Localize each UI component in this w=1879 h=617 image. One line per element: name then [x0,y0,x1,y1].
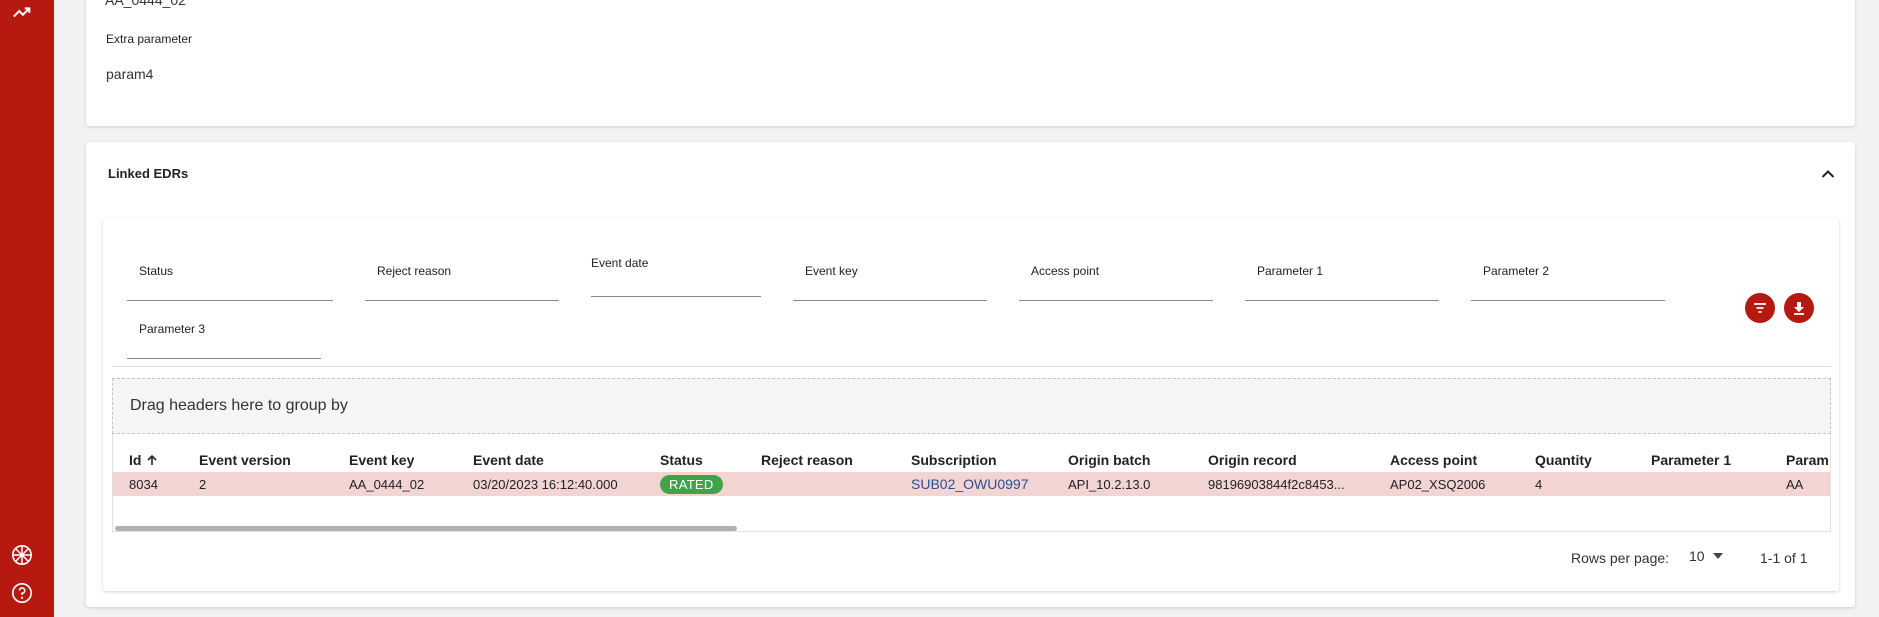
uk-flag-icon[interactable] [10,543,34,567]
parameter-1-filter[interactable]: Parameter 1 [1245,254,1439,301]
table-row[interactable]: 8034 2 AA_0444_02 03/20/2023 16:12:40.00… [113,472,1830,496]
parameter-2-filter-label: Parameter 2 [1483,264,1550,278]
column-header-origin-batch[interactable]: Origin batch [1068,452,1150,468]
separator [112,366,1831,367]
cell-access-point: AP02_XSQ2006 [1390,477,1486,492]
event-key-filter-label: Event key [805,264,858,278]
cell-origin-record: 98196903844f2c8453... [1208,477,1345,492]
group-by-drop-zone[interactable]: Drag headers here to group by [112,378,1831,434]
parameter-3-filter[interactable]: Parameter 3 [127,312,321,359]
sort-ascending-icon [147,454,158,465]
reject-reason-filter[interactable]: Reject reason [365,254,559,301]
column-header-event-date[interactable]: Event date [473,452,544,468]
pagination-range: 1-1 of 1 [1760,550,1808,566]
parameter-1-filter-label: Parameter 1 [1257,264,1324,278]
status-badge: RATED [660,475,723,494]
parameter-2-filter[interactable]: Parameter 2 [1471,254,1665,301]
sidebar [0,0,54,617]
cell-parameter-2: AA [1786,477,1804,492]
column-header-event-version[interactable]: Event version [199,452,291,468]
extra-parameter-value: param4 [106,66,154,82]
rows-per-page-value: 10 [1689,548,1705,564]
previous-field-value: AA_0444_02 [105,0,186,8]
details-card [86,0,1855,126]
cell-event-version: 2 [199,477,207,492]
column-header-parameter-2[interactable]: Param [1786,452,1829,468]
column-header-quantity[interactable]: Quantity [1535,452,1592,468]
filter-button[interactable] [1745,293,1775,323]
column-header-id[interactable]: Id [129,452,158,468]
horizontal-scrollbar[interactable] [115,526,737,531]
collapse-chevron-up-icon[interactable] [1818,164,1838,184]
column-header-reject-reason[interactable]: Reject reason [761,452,853,468]
rows-per-page-label: Rows per page: [1571,550,1670,566]
column-header-origin-record[interactable]: Origin record [1208,452,1297,468]
event-date-filter-label: Event date [591,256,649,270]
column-header-event-key[interactable]: Event key [349,452,414,468]
event-date-filter[interactable]: Event date [591,250,761,297]
access-point-filter[interactable]: Access point [1019,254,1213,301]
column-header-subscription[interactable]: Subscription [911,452,997,468]
event-key-filter[interactable]: Event key [793,254,987,301]
parameter-3-filter-label: Parameter 3 [139,322,206,336]
subscription-link[interactable]: SUB02_OWU0997 [911,476,1029,492]
cell-origin-batch: API_10.2.13.0 [1068,477,1151,492]
download-button[interactable] [1784,293,1814,323]
cell-event-key: AA_0444_02 [349,477,425,492]
reject-reason-filter-label: Reject reason [377,264,452,278]
cell-event-date: 03/20/2023 16:12:40.000 [473,477,618,492]
column-header-status[interactable]: Status [660,452,703,468]
extra-parameter-label: Extra parameter [106,32,193,46]
cell-id: 8034 [129,477,158,492]
column-header-access-point[interactable]: Access point [1390,452,1477,468]
status-filter[interactable]: Status [127,254,333,301]
cell-quantity: 4 [1535,477,1543,492]
edr-grid: Id Event version Event key Event date St… [112,434,1831,532]
column-header-parameter-1[interactable]: Parameter 1 [1651,452,1731,468]
rows-per-page-select[interactable]: 10 [1689,548,1723,564]
status-filter-label: Status [139,264,174,278]
download-icon [1794,302,1804,315]
help-icon[interactable] [10,581,34,605]
dropdown-caret-icon [1712,553,1723,559]
trending-up-icon[interactable] [10,0,34,24]
access-point-filter-label: Access point [1031,264,1100,278]
filter-list-icon [1754,303,1766,313]
group-by-hint: Drag headers here to group by [130,397,348,414]
linked-edrs-title: Linked EDRs [108,166,189,181]
